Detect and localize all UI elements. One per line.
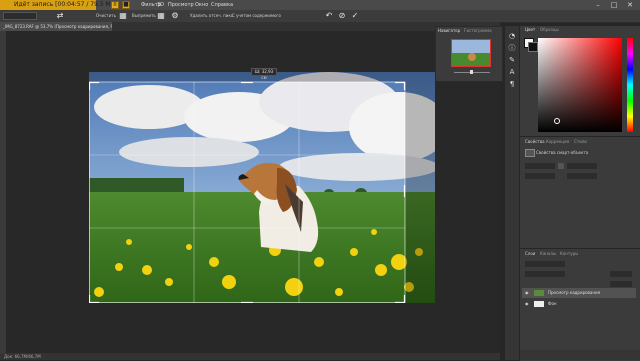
- layer-thumbnail: [534, 290, 544, 296]
- tab-color[interactable]: Цвет: [525, 26, 535, 34]
- width-field[interactable]: [525, 163, 555, 169]
- layers-footer: [520, 350, 640, 360]
- tab-adjustments[interactable]: Коррекция: [546, 139, 569, 144]
- x-field[interactable]: [525, 173, 555, 179]
- tab-properties[interactable]: Свойства: [525, 139, 545, 144]
- photo-canvas[interactable]: [89, 72, 435, 303]
- navigator-panel: Навигатор Гистограмма: [435, 26, 503, 82]
- character-icon[interactable]: A: [508, 68, 516, 76]
- menu-help[interactable]: Справка: [211, 0, 233, 10]
- layer-row[interactable]: ◉ Фон: [522, 299, 636, 309]
- layer-name: Просмотр кадрирования: [548, 290, 600, 295]
- settings-gear-icon[interactable]: ⚙: [170, 11, 180, 21]
- close-icon[interactable]: ✕: [622, 0, 638, 10]
- tab-layers[interactable]: Слои: [525, 251, 535, 256]
- navigator-preview[interactable]: [451, 39, 491, 67]
- document-tab[interactable]: _IMG_8723.RAF @ 53,7% (Просмотр кадриров…: [0, 22, 112, 31]
- background-swatch[interactable]: [528, 42, 538, 52]
- menu-3d[interactable]: 3D: [157, 0, 164, 10]
- tab-navigator[interactable]: Навигатор: [438, 27, 460, 35]
- paragraph-icon[interactable]: ¶: [508, 80, 516, 88]
- minimize-icon[interactable]: –: [590, 0, 606, 10]
- clear-button[interactable]: Очистить: [96, 10, 116, 22]
- content-aware-checkbox[interactable]: С учетом содержимого: [232, 10, 281, 22]
- document-tab-bar: _IMG_8723.RAF @ 53,7% (Просмотр кадриров…: [0, 22, 500, 31]
- smart-object-icon: [525, 149, 535, 157]
- tab-styles[interactable]: Стили: [574, 139, 587, 144]
- panel-icon-strip: ◔ ⓘ ✎ A ¶: [505, 26, 519, 360]
- overlay-icon[interactable]: ▦: [156, 11, 166, 21]
- cancel-icon[interactable]: ⊘: [337, 11, 347, 21]
- tab-histogram[interactable]: Гистограмма: [464, 27, 492, 35]
- menu-window[interactable]: Окно: [195, 0, 208, 10]
- info-icon[interactable]: ⓘ: [508, 44, 516, 52]
- record-pause-icon[interactable]: II: [111, 1, 119, 9]
- straighten-button[interactable]: Выпрямить: [132, 10, 156, 22]
- eye-icon[interactable]: ◉: [525, 299, 529, 309]
- height-field[interactable]: [567, 163, 597, 169]
- layer-row[interactable]: ◉ Просмотр кадрирования: [522, 288, 636, 298]
- recorder-status: Идёт запись [00:04:57 / 79,5 Мб]: [0, 0, 117, 10]
- crop-size-tooltip: Ш: 32,93 см: [251, 68, 277, 80]
- blend-mode-select[interactable]: [525, 271, 565, 277]
- status-bar: Док: 66,7M/66,7M: [0, 353, 500, 360]
- record-stop-icon[interactable]: ■: [122, 1, 130, 9]
- straighten-icon[interactable]: ▦: [118, 11, 128, 21]
- maximize-icon[interactable]: □: [606, 0, 622, 10]
- reset-icon[interactable]: ↶: [324, 11, 334, 21]
- opacity-field[interactable]: [610, 271, 632, 277]
- tab-channels[interactable]: Каналы: [540, 251, 556, 256]
- link-icon[interactable]: [558, 163, 564, 169]
- ratio-field[interactable]: [3, 12, 37, 20]
- delete-cropped-checkbox[interactable]: Удалить отсеч. пикс.: [190, 10, 234, 22]
- brush-icon[interactable]: ✎: [508, 56, 516, 64]
- commit-icon[interactable]: ✓: [350, 11, 360, 21]
- tab-swatches[interactable]: Образцы: [540, 26, 559, 34]
- fill-field[interactable]: [610, 281, 632, 287]
- tab-paths[interactable]: Контуры: [560, 251, 578, 256]
- layer-name: Фон: [548, 301, 557, 306]
- properties-title: Свойства смарт-объекта: [536, 150, 589, 155]
- zoom-slider-thumb[interactable]: [470, 70, 473, 74]
- layer-thumbnail: [534, 301, 544, 307]
- eye-icon[interactable]: ◉: [525, 288, 529, 298]
- hue-slider[interactable]: [627, 38, 633, 132]
- menu-view[interactable]: Просмотр: [168, 0, 194, 10]
- menu-bar: Идёт запись [00:04:57 / 79,5 Мб] II ■ Фи…: [0, 0, 640, 10]
- properties-panel: Свойства Коррекция Стили Свойства смарт-…: [520, 136, 640, 247]
- swap-icon[interactable]: ⇄: [55, 11, 65, 21]
- color-field-cursor[interactable]: [554, 118, 560, 124]
- y-field[interactable]: [567, 173, 597, 179]
- layer-filter-field[interactable]: [525, 261, 565, 267]
- color-field[interactable]: [538, 38, 622, 132]
- history-icon[interactable]: ◔: [508, 32, 516, 40]
